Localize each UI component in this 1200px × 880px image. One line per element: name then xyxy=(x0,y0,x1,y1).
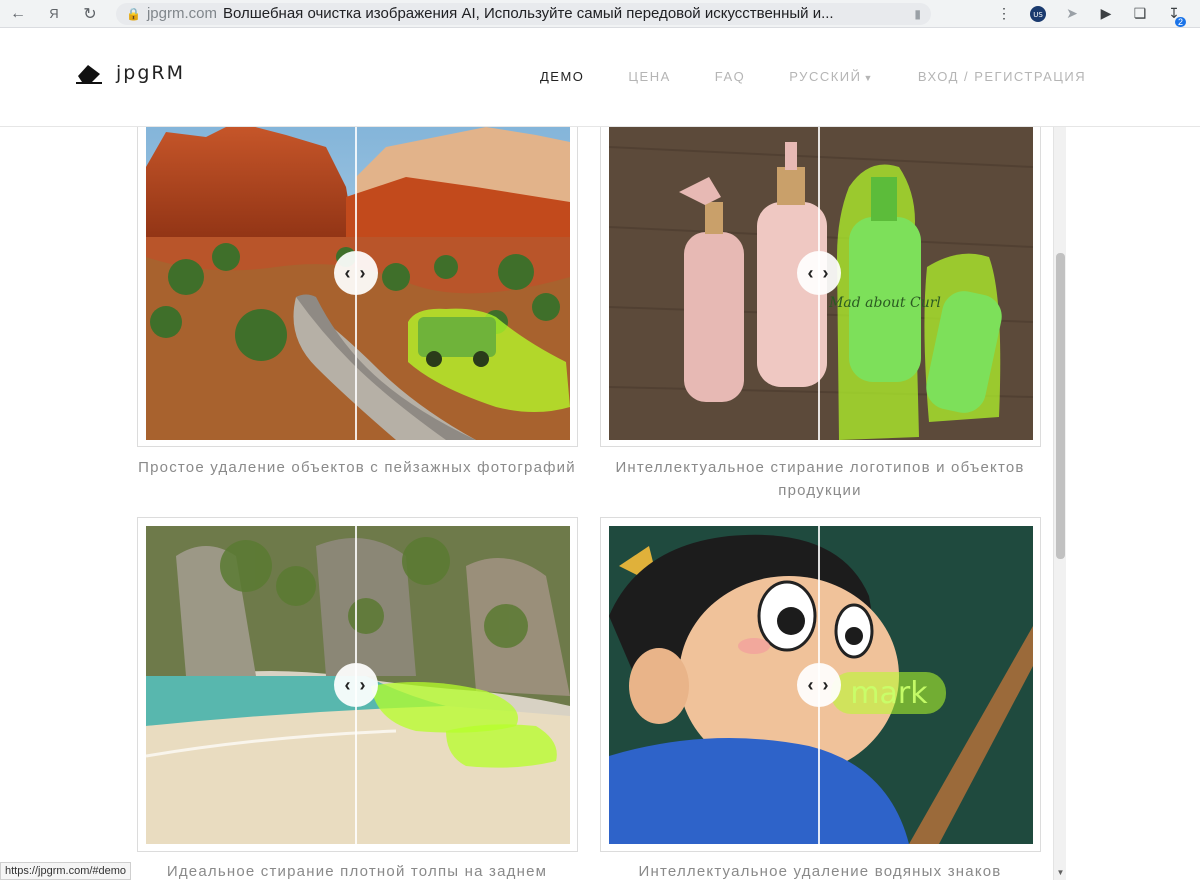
downloads-icon[interactable]: ↧ 2 xyxy=(1160,3,1188,27)
gallery-card-crowd: ‹ › xyxy=(137,517,578,852)
nav-faq[interactable]: FAQ xyxy=(715,69,746,84)
watermark-compare-image[interactable]: mark ‹ › xyxy=(609,526,1033,844)
scroll-down-icon[interactable]: ▼ xyxy=(1054,866,1067,880)
nav-language[interactable]: РУССКИЙ ▼ xyxy=(789,69,874,84)
language-label: РУССКИЙ xyxy=(789,69,862,84)
lock-icon: 🔒 xyxy=(126,6,141,21)
play-extension-icon[interactable]: ▶ xyxy=(1092,3,1120,25)
landscape-caption: Простое удаление объектов с пейзажных фо… xyxy=(138,459,576,476)
product-compare-image[interactable]: Mad about Curl ‹ › xyxy=(609,107,1033,440)
logo-text: jpgRM xyxy=(116,62,185,84)
crowd-caption: Идеальное стирание плотной толпы на задн… xyxy=(166,863,548,880)
vpn-extension-icon[interactable]: US xyxy=(1024,3,1052,25)
bottle-text-overlay: Mad about Curl xyxy=(828,295,941,311)
browser-toolbar: ← Я ↻ 🔒 jpgrm.com Волшебная очистка изоб… xyxy=(0,0,1200,28)
scroll-thumb[interactable] xyxy=(1056,253,1065,559)
caret-down-icon: ▼ xyxy=(863,73,874,83)
product-caption: Интеллектуальное стирание логотипов и об… xyxy=(615,459,1025,499)
watermark-caption: Интеллектуальное удаление водяных знаков xyxy=(638,863,1002,880)
compare-slider-handle[interactable]: ‹ › xyxy=(334,663,378,707)
gallery-card-landscape: ‹ › xyxy=(137,98,578,447)
site-navbar: jpgRM ДЕМО ЦЕНА FAQ РУССКИЙ ▼ ВХОД / РЕГИ… xyxy=(0,28,1200,127)
downloads-badge: 2 xyxy=(1174,16,1186,27)
gallery-card-watermark: mark ‹ › xyxy=(600,517,1041,852)
compare-slider-handle[interactable]: ‹ › xyxy=(797,251,841,295)
page-scrollbar[interactable]: ▲ ▼ xyxy=(1053,28,1066,880)
page-title: Волшебная очистка изображения AI, Исполь… xyxy=(222,5,834,22)
page-viewport: jpgRM ДЕМО ЦЕНА FAQ РУССКИЙ ▼ ВХОД / РЕГИ… xyxy=(0,28,1200,880)
yandex-icon[interactable]: Я xyxy=(36,0,72,28)
rocket-extension-icon[interactable]: ➤ xyxy=(1058,3,1086,25)
bookmark-icon[interactable]: ▮ xyxy=(914,7,921,21)
landscape-compare-image[interactable]: ‹ › xyxy=(146,107,570,440)
eraser-logo-icon xyxy=(76,65,102,84)
main-nav: ДЕМО ЦЕНА FAQ РУССКИЙ ▼ ВХОД / РЕГИСТРАЦИ… xyxy=(540,69,1086,84)
crowd-compare-image[interactable]: ‹ › xyxy=(146,526,570,844)
menu-icon[interactable]: ⋮ xyxy=(990,3,1018,25)
nav-login[interactable]: ВХОД / РЕГИСТРАЦИЯ xyxy=(918,69,1086,84)
compare-slider-handle[interactable]: ‹ › xyxy=(334,251,378,295)
nav-pricing[interactable]: ЦЕНА xyxy=(628,69,670,84)
site-logo[interactable]: jpgRM xyxy=(74,62,185,84)
address-domain: jpgrm.com xyxy=(146,5,217,22)
back-icon[interactable]: ← xyxy=(0,0,36,28)
address-bar[interactable]: 🔒 jpgrm.com Волшебная очистка изображени… xyxy=(116,2,931,25)
nav-demo[interactable]: ДЕМО xyxy=(540,69,584,84)
compare-slider-handle[interactable]: ‹ › xyxy=(797,663,841,707)
watermark-text: mark xyxy=(850,676,928,711)
gallery-card-product: Mad about Curl ‹ › xyxy=(600,98,1041,447)
watermark-highlight: mark xyxy=(831,672,946,714)
reload-icon[interactable]: ↻ xyxy=(72,0,108,28)
svg-text:US: US xyxy=(1033,11,1043,19)
status-url: https://jpgrm.com/#demo xyxy=(0,862,132,880)
collections-icon[interactable]: ❏ xyxy=(1126,3,1154,25)
